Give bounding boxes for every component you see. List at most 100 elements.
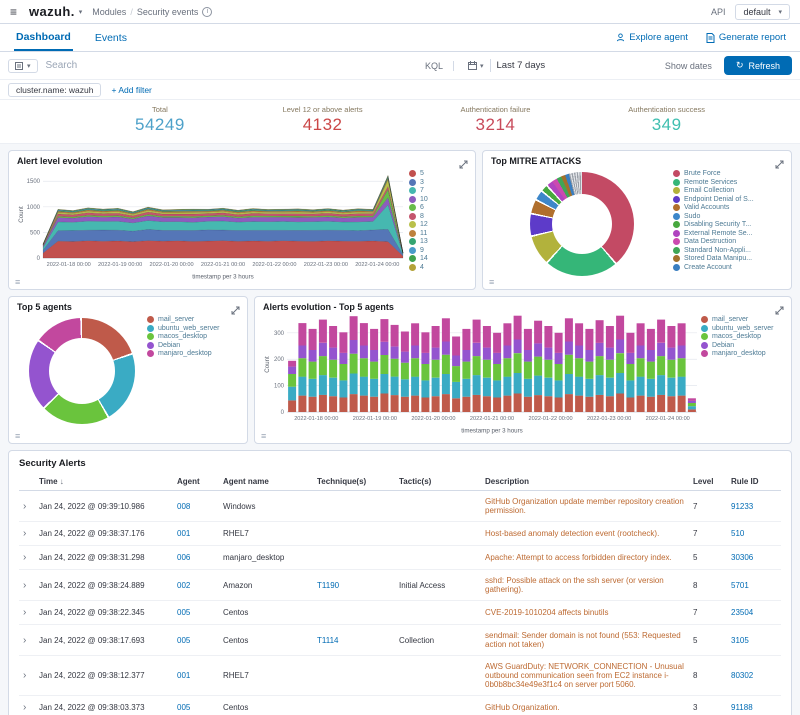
row-expander[interactable]: › (19, 695, 35, 715)
bar-segment[interactable] (636, 358, 645, 377)
bar-segment[interactable] (657, 356, 666, 376)
bar-segment[interactable] (585, 350, 594, 362)
bar-segment[interactable] (380, 319, 389, 342)
bar-segment[interactable] (380, 355, 389, 374)
api-selector[interactable]: default ▾ (735, 3, 790, 20)
bar-segment[interactable] (646, 378, 655, 397)
legend-item[interactable]: Valid Accounts (673, 204, 783, 211)
bar-segment[interactable] (503, 395, 512, 412)
bar-segment[interactable] (554, 397, 563, 413)
legend-toggle-icon[interactable]: ≡ (489, 277, 494, 287)
cell-agent-id[interactable]: 005 (173, 600, 219, 625)
bar-segment[interactable] (452, 398, 461, 412)
bar-segment[interactable] (605, 377, 614, 397)
bar-segment[interactable] (544, 377, 553, 397)
bar-segment[interactable] (359, 323, 368, 346)
row-expander[interactable]: › (19, 624, 35, 656)
bar-segment[interactable] (390, 395, 399, 412)
bar-segment[interactable] (503, 376, 512, 396)
generate-report-button[interactable]: Generate report (706, 32, 786, 43)
row-expander[interactable]: › (19, 521, 35, 546)
bar-segment[interactable] (452, 336, 461, 356)
bar-segment[interactable] (431, 396, 440, 412)
row-expander[interactable]: › (19, 655, 35, 696)
bar-segment[interactable] (411, 395, 420, 412)
bar-segment[interactable] (298, 358, 307, 377)
bar-segment[interactable] (544, 359, 553, 378)
bar-segment[interactable] (329, 359, 338, 378)
bar-segment[interactable] (339, 352, 348, 364)
legend-item[interactable]: macos_desktop (147, 333, 239, 340)
bar-segment[interactable] (400, 396, 409, 412)
agents-donut-chart[interactable] (29, 318, 135, 424)
column-header-agent-name[interactable]: Agent name (219, 474, 313, 491)
bar-segment[interactable] (441, 394, 450, 412)
bar-segment[interactable] (472, 319, 481, 343)
bar-segment[interactable] (462, 396, 471, 412)
bar-segment[interactable] (339, 397, 348, 413)
bar-segment[interactable] (677, 358, 686, 377)
bar-segment[interactable] (626, 380, 635, 398)
bar-segment[interactable] (431, 359, 440, 378)
bar-segment[interactable] (636, 376, 645, 396)
bar-segment[interactable] (523, 361, 532, 379)
bar-segment[interactable] (411, 358, 420, 377)
legend-item[interactable]: Debian (701, 341, 781, 349)
bar-segment[interactable] (667, 396, 676, 412)
bar-segment[interactable] (687, 406, 696, 410)
bar-segment[interactable] (595, 342, 604, 357)
bar-segment[interactable] (380, 393, 389, 413)
cell-rule-id[interactable]: 3105 (727, 624, 781, 656)
bar-segment[interactable] (493, 364, 502, 381)
bar-segment[interactable] (329, 396, 338, 412)
cell-technique[interactable] (313, 521, 395, 546)
bar-segment[interactable] (554, 352, 563, 364)
quick-select-date-button[interactable]: ▾ (462, 59, 491, 72)
bar-segment[interactable] (687, 398, 696, 401)
cell-agent-id[interactable]: 001 (173, 655, 219, 696)
bar-segment[interactable] (564, 374, 573, 395)
bar-segment[interactable] (349, 340, 358, 354)
bar-segment[interactable] (431, 326, 440, 348)
bar-segment[interactable] (605, 396, 614, 412)
bar-segment[interactable] (400, 362, 409, 380)
bar-segment[interactable] (636, 323, 645, 346)
bar-segment[interactable] (370, 378, 379, 397)
bar-segment[interactable] (421, 397, 430, 413)
bar-segment[interactable] (575, 376, 584, 396)
bar-segment[interactable] (482, 377, 491, 397)
kql-toggle[interactable]: KQL (425, 60, 454, 71)
cell-agent-id[interactable]: 001 (173, 521, 219, 546)
bar-segment[interactable] (298, 345, 307, 359)
bar-segment[interactable] (308, 350, 317, 362)
bar-segment[interactable] (564, 341, 573, 355)
column-header-time[interactable]: Time ↓ (35, 474, 173, 491)
bar-segment[interactable] (503, 323, 512, 346)
cell-agent-id[interactable]: 005 (173, 624, 219, 656)
bar-segment[interactable] (349, 373, 358, 395)
legend-item[interactable]: 12 (409, 221, 428, 228)
bar-segment[interactable] (472, 342, 481, 357)
column-header-rule-id[interactable]: Rule ID (727, 474, 781, 491)
expand-panel-icon[interactable] (459, 156, 468, 174)
bar-segment[interactable] (421, 352, 430, 364)
bar-segment[interactable] (308, 378, 317, 397)
cell-agent-id[interactable]: 005 (173, 695, 219, 715)
bar-segment[interactable] (616, 339, 625, 354)
bar-segment[interactable] (421, 364, 430, 381)
legend-item[interactable]: Stored Data Manipu... (673, 255, 783, 262)
bar-segment[interactable] (472, 375, 481, 395)
bar-segment[interactable] (616, 315, 625, 340)
info-icon[interactable]: i (202, 6, 213, 17)
legend-item[interactable]: 4 (409, 263, 428, 271)
row-expander[interactable]: › (19, 569, 35, 601)
bar-segment[interactable] (605, 359, 614, 378)
tab-dashboard[interactable]: Dashboard (14, 24, 73, 51)
bar-segment[interactable] (657, 319, 666, 343)
cell-agent-id[interactable]: 008 (173, 490, 219, 522)
legend-item[interactable]: mail_server (147, 316, 239, 323)
bar-segment[interactable] (493, 332, 502, 353)
bar-segment[interactable] (667, 359, 676, 378)
cell-technique[interactable]: T1114 (313, 624, 395, 656)
bar-segment[interactable] (359, 376, 368, 396)
